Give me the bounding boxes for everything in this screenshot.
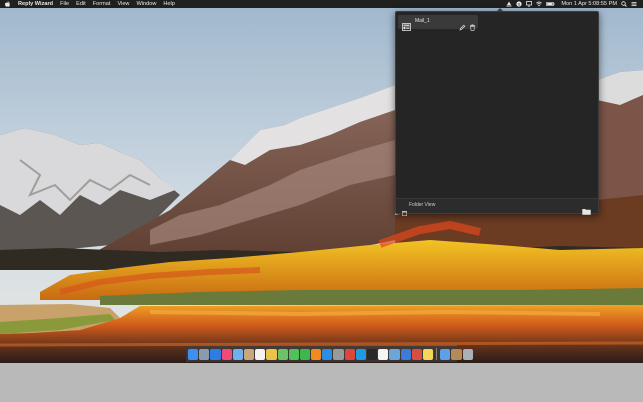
dock-icon-chrome[interactable] (344, 348, 355, 360)
mail-template-icon (402, 18, 411, 31)
menu-file[interactable]: File (60, 0, 69, 8)
dock-docs (440, 348, 473, 360)
dock-icon-contacts[interactable] (243, 348, 255, 360)
dock-icon-launchpad[interactable] (199, 348, 210, 360)
notification-center-icon[interactable] (631, 1, 637, 7)
skype-icon[interactable]: S (516, 1, 522, 7)
menu-clock[interactable]: Mon 1 Apr 5:08:55 PM (561, 0, 617, 8)
dock-icon-preview[interactable] (389, 348, 400, 360)
folder-icon[interactable] (582, 202, 591, 215)
popover-footer: Folder View (396, 198, 598, 217)
dock-icon-photos[interactable] (266, 348, 277, 360)
menu-app-name[interactable]: Reply Wizard (18, 0, 53, 8)
dock-icon-notes[interactable] (422, 348, 434, 360)
dock-icon-maps[interactable] (277, 348, 288, 360)
dock-apps (188, 348, 434, 360)
dock-icon-calendar[interactable] (255, 348, 266, 360)
menu-bar-extras: S Mon 1 Apr 5:08:55 PM (506, 0, 637, 8)
dock-icon-skype[interactable] (355, 348, 366, 360)
dock-icon-ibooks[interactable] (311, 348, 322, 360)
dock-icon-itunes[interactable] (221, 348, 232, 360)
battery-icon[interactable] (546, 1, 555, 7)
dock-icon-messages[interactable] (288, 348, 299, 360)
dock-icon-facetime[interactable] (299, 348, 311, 360)
menu-edit[interactable]: Edit (76, 0, 86, 8)
dock-icon-system-preferences[interactable] (333, 348, 344, 360)
popover-caret (496, 8, 504, 12)
dock-icon-finder[interactable] (188, 348, 199, 360)
menu-format[interactable]: Format (93, 0, 111, 8)
desktop-bottom-area (0, 363, 643, 402)
search-icon[interactable] (621, 1, 627, 7)
dock-icon-photos-stack[interactable] (451, 348, 462, 360)
menu-help[interactable]: Help (163, 0, 175, 8)
dock-icon-safari[interactable] (210, 348, 221, 360)
mail-item[interactable]: Mail_1 (398, 15, 478, 31)
dock-icon-mail[interactable] (232, 348, 243, 360)
dock-icon-textedit[interactable] (378, 348, 389, 360)
dock-icon-xcode[interactable] (400, 348, 411, 360)
folder-view-toggle-icon[interactable] (402, 203, 408, 217)
dock-separator (436, 348, 438, 360)
airplay-icon[interactable] (526, 1, 533, 7)
dock-icon-downloads[interactable] (440, 348, 451, 360)
svg-text:S: S (518, 2, 521, 7)
wifi-icon[interactable] (536, 1, 543, 7)
mail-item-label: Mail_1 (415, 18, 430, 24)
dock-icon-reply-wizard[interactable] (411, 348, 422, 360)
menu-window[interactable]: Window (136, 0, 156, 8)
dock (186, 345, 473, 362)
dock-icon-trash[interactable] (462, 348, 473, 360)
menu-bar: Reply Wizard File Edit Format View Windo… (0, 0, 643, 8)
reply-wizard-popover: Mail_1 Folder View (395, 8, 599, 217)
apple-icon[interactable] (4, 0, 11, 8)
folder-view-label[interactable]: Folder View (409, 202, 435, 208)
edit-icon[interactable] (459, 18, 466, 31)
reply-wizard-status-icon[interactable] (506, 1, 512, 7)
trash-icon[interactable] (469, 18, 476, 31)
menu-view[interactable]: View (117, 0, 129, 8)
dock-icon-app-store[interactable] (322, 348, 333, 360)
dock-icon-terminal[interactable] (367, 348, 378, 360)
